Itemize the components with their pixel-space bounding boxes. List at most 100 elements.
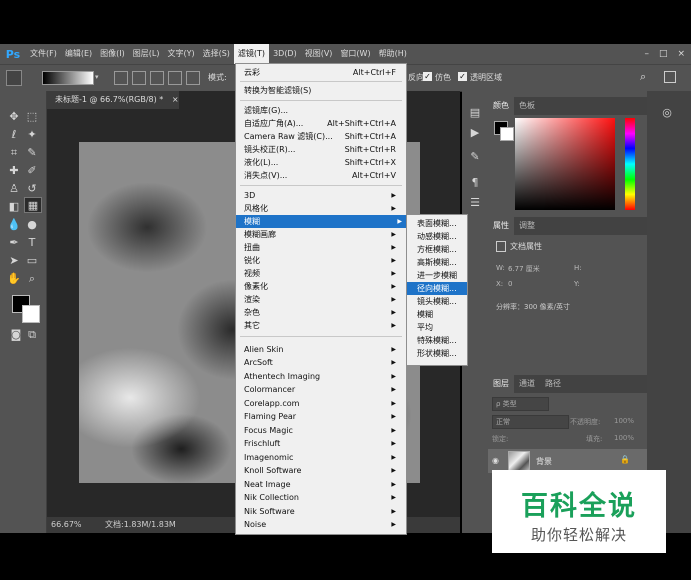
paragraph-icon[interactable]: ¶ xyxy=(467,175,483,191)
tab-color[interactable]: 颜色 xyxy=(488,97,514,115)
eye-visibility-icon[interactable]: ◉ xyxy=(492,456,499,465)
chevron-down-icon[interactable]: ▾ xyxy=(95,71,103,83)
plugin-alien-skin[interactable]: Alien Skin ▶ xyxy=(244,343,400,356)
panel-background-swatch[interactable] xyxy=(500,127,514,141)
type-tool-icon[interactable]: T xyxy=(24,235,40,251)
path-selection-tool-icon[interactable]: ➤ xyxy=(6,253,22,269)
workspace-icon[interactable] xyxy=(664,71,676,83)
submenu-radial-blur[interactable]: 径向模糊... xyxy=(407,282,467,295)
plugin-focus-magic[interactable]: Focus Magic ▶ xyxy=(244,424,400,437)
healing-brush-tool-icon[interactable]: ✚ xyxy=(6,163,22,179)
clone-stamp-tool-icon[interactable]: ♙ xyxy=(6,181,22,197)
maximize-button[interactable]: □ xyxy=(659,49,668,59)
submenu-blur[interactable]: 模糊 xyxy=(407,308,467,321)
plugin-athentech[interactable]: Athentech Imaging ▶ xyxy=(244,370,400,383)
plugin-colormancer[interactable]: Colormancer ▶ xyxy=(244,383,400,396)
angle-gradient-icon[interactable] xyxy=(150,71,164,85)
menu-item-camera-raw[interactable]: Camera Raw 滤镜(C)... Shift+Ctrl+A xyxy=(244,130,400,143)
submenu-smart-blur[interactable]: 特殊模糊... xyxy=(407,334,467,347)
history-brush-tool-icon[interactable]: ↺ xyxy=(24,181,40,197)
brush-panel-icon[interactable]: ✎ xyxy=(467,149,483,165)
menu-filter[interactable]: 滤镜(T) xyxy=(233,44,270,64)
libraries-icon[interactable]: ◎ xyxy=(657,105,677,121)
menu-window[interactable]: 窗口(W) xyxy=(336,44,374,64)
gradient-tool-icon[interactable]: ▦ xyxy=(24,197,42,213)
dodge-tool-icon[interactable]: ● xyxy=(24,217,40,233)
rectangle-tool-icon[interactable]: ▭ xyxy=(24,253,40,269)
move-tool-icon[interactable]: ✥ xyxy=(6,109,22,125)
plugin-noise[interactable]: Noise ▶ xyxy=(244,518,400,531)
menu-item-blur-gallery[interactable]: 模糊画廊 ▶ xyxy=(244,228,400,241)
linear-gradient-icon[interactable] xyxy=(114,71,128,85)
submenu-blur-more[interactable]: 进一步模糊 xyxy=(407,269,467,282)
marquee-tool-icon[interactable]: ⬚ xyxy=(24,109,40,125)
transparency-checkbox[interactable]: ✓ xyxy=(458,72,467,81)
tab-adjustments[interactable]: 调整 xyxy=(514,217,540,235)
tab-swatches[interactable]: 色板 xyxy=(514,97,540,115)
color-picker-field[interactable] xyxy=(515,118,615,210)
menu-item-liquify[interactable]: 液化(L)... Shift+Ctrl+X xyxy=(244,156,400,169)
plugin-frischluft[interactable]: Frischluft ▶ xyxy=(244,437,400,450)
menu-item-3d[interactable]: 3D ▶ xyxy=(244,189,400,202)
menu-image[interactable]: 图像(I) xyxy=(96,44,129,64)
magic-wand-tool-icon[interactable]: ✦ xyxy=(24,127,40,143)
menu-item-distort[interactable]: 扭曲 ▶ xyxy=(244,241,400,254)
submenu-surface-blur[interactable]: 表面模糊... xyxy=(407,217,467,230)
submenu-lens-blur[interactable]: 镜头模糊... xyxy=(407,295,467,308)
eyedropper-tool-icon[interactable]: ✎ xyxy=(24,145,40,161)
plugin-corelapp[interactable]: Corelapp.com ▶ xyxy=(244,397,400,410)
submenu-gaussian-blur[interactable]: 高斯模糊... xyxy=(407,256,467,269)
menu-item-stylize[interactable]: 风格化 ▶ xyxy=(244,202,400,215)
background-color-swatch[interactable] xyxy=(22,305,40,323)
dither-checkbox[interactable]: ✓ xyxy=(423,72,432,81)
menu-file[interactable]: 文件(F) xyxy=(26,44,61,64)
menu-item-lens-correction[interactable]: 镜头校正(R)... Shift+Ctrl+R xyxy=(244,143,400,156)
close-tab-icon[interactable]: × xyxy=(172,95,179,104)
menu-item-noise[interactable]: 杂色 ▶ xyxy=(244,306,400,319)
submenu-motion-blur[interactable]: 动感模糊... xyxy=(407,230,467,243)
brush-tool-icon[interactable]: ✐ xyxy=(24,163,40,179)
menu-item-video[interactable]: 视频 ▶ xyxy=(244,267,400,280)
lasso-tool-icon[interactable]: ℓ xyxy=(6,127,22,143)
actions-play-icon[interactable]: ▶ xyxy=(467,125,483,141)
plugin-neat-image[interactable]: Neat Image ▶ xyxy=(244,478,400,491)
menu-item-blur[interactable]: 模糊 ▶ xyxy=(236,215,406,228)
plugin-imagenomic[interactable]: Imagenomic ▶ xyxy=(244,451,400,464)
fill-value[interactable]: 100% xyxy=(614,434,634,442)
blend-mode-select[interactable]: 正常 xyxy=(492,415,569,429)
gradient-tool-preset-icon[interactable] xyxy=(6,70,22,86)
submenu-shape-blur[interactable]: 形状模糊... xyxy=(407,347,467,360)
screen-mode-icon[interactable]: ⧉ xyxy=(24,327,40,343)
menu-item-vanishing-point[interactable]: 消失点(V)... Alt+Ctrl+V xyxy=(244,169,400,182)
menu-item-render[interactable]: 渲染 ▶ xyxy=(244,293,400,306)
eraser-tool-icon[interactable]: ◧ xyxy=(6,199,22,215)
plugin-knoll-software[interactable]: Knoll Software ▶ xyxy=(244,464,400,477)
opacity-value[interactable]: 100% xyxy=(614,417,634,425)
menu-edit[interactable]: 编辑(E) xyxy=(61,44,96,64)
plugin-arcsoft[interactable]: ArcSoft ▶ xyxy=(244,356,400,369)
hue-slider[interactable] xyxy=(625,118,635,210)
quick-mask-icon[interactable]: ◙ xyxy=(8,327,24,343)
radial-gradient-icon[interactable] xyxy=(132,71,146,85)
zoom-tool-icon[interactable]: ⌕ xyxy=(24,271,40,287)
minimize-button[interactable]: – xyxy=(644,49,649,59)
history-panel-icon[interactable]: ▤ xyxy=(467,105,483,121)
close-button[interactable]: × xyxy=(677,49,685,59)
zoom-level[interactable]: 66.67% xyxy=(51,517,82,533)
blur-tool-icon[interactable]: 💧 xyxy=(6,217,22,233)
document-tab[interactable]: 未标题-1 @ 66.7%(RGB/8) * × xyxy=(47,91,179,109)
tab-paths[interactable]: 路径 xyxy=(540,375,566,393)
gradient-picker[interactable] xyxy=(42,71,94,85)
tab-layers[interactable]: 图层 xyxy=(488,375,514,393)
crop-tool-icon[interactable]: ⌗ xyxy=(6,145,22,161)
submenu-box-blur[interactable]: 方框模糊... xyxy=(407,243,467,256)
menu-item-clouds[interactable]: 云彩 Alt+Ctrl+F xyxy=(244,66,400,79)
tab-properties[interactable]: 属性 xyxy=(488,217,514,235)
layer-name[interactable]: 背景 xyxy=(536,456,552,467)
menu-type[interactable]: 文字(Y) xyxy=(163,44,198,64)
menu-3d[interactable]: 3D(D) xyxy=(269,44,301,64)
layer-kind-filter[interactable]: ρ 类型 xyxy=(492,397,549,411)
photoshop-logo-icon[interactable]: Ps xyxy=(0,44,26,64)
pen-tool-icon[interactable]: ✒ xyxy=(6,235,22,251)
submenu-average[interactable]: 平均 xyxy=(407,321,467,334)
